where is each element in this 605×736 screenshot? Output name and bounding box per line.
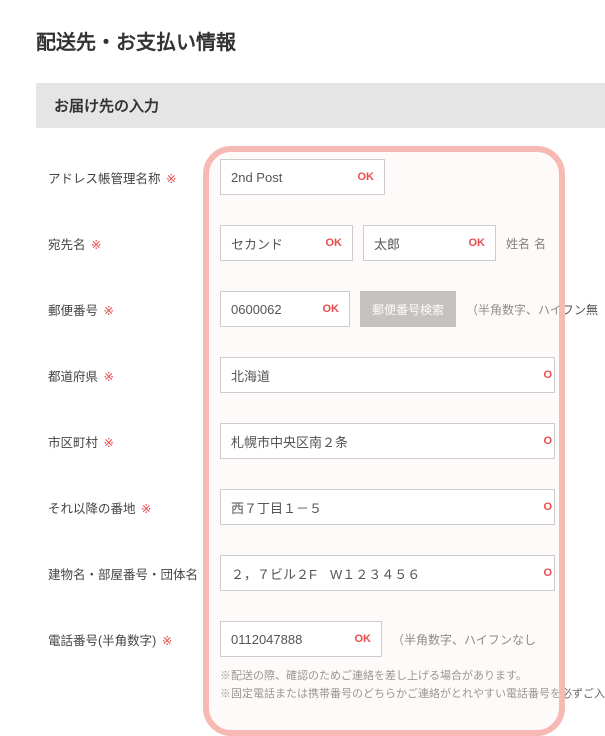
row-street: それ以降の番地 ※ O [0, 488, 605, 526]
label-street: それ以降の番地 ※ [48, 498, 220, 517]
label-recipient-name: 宛先名 ※ [48, 234, 220, 253]
section-header: お届け先の入力 [36, 83, 605, 128]
required-mark: ※ [104, 370, 114, 384]
label-postal-code: 郵便番号 ※ [48, 300, 220, 319]
building-field[interactable]: O [220, 555, 555, 591]
note-line-2: ※固定電話または携帯番号のどちらかご連絡がとれやすい電話番号を必ずご入 [220, 686, 605, 704]
required-mark: ※ [162, 634, 172, 648]
ok-badge-cut: O [543, 435, 552, 447]
delivery-form: アドレス帳管理名称 ※ OK 宛先名 ※ OK OK 姓名 名 [0, 128, 605, 703]
ok-badge: OK [326, 237, 343, 249]
ok-badge: OK [355, 633, 372, 645]
address-book-name-input[interactable] [231, 170, 350, 185]
label-prefecture: 都道府県 ※ [48, 366, 220, 385]
label-city: 市区町村 ※ [48, 432, 220, 451]
name-suffix-label: 姓名 [506, 235, 530, 252]
name-suffix-cut: 名 [534, 235, 546, 252]
phone-hint: （半角数字、ハイフンなし [392, 631, 536, 648]
row-building: 建物名・部屋番号・団体名 O [0, 554, 605, 592]
street-field[interactable]: O [220, 489, 555, 525]
postal-search-button[interactable]: 郵便番号検索 [360, 291, 456, 327]
label-phone: 電話番号(半角数字) ※ [48, 630, 220, 649]
street-input[interactable] [231, 500, 544, 515]
phone-input[interactable] [231, 632, 347, 647]
last-name-input[interactable] [231, 236, 318, 251]
row-city: 市区町村 ※ O [0, 422, 605, 460]
row-phone: 電話番号(半角数字) ※ OK （半角数字、ハイフンなし [0, 620, 605, 658]
row-prefecture: 都道府県 ※ O [0, 356, 605, 394]
required-mark: ※ [104, 304, 114, 318]
prefecture-field[interactable]: O [220, 357, 555, 393]
required-mark: ※ [141, 502, 151, 516]
postal-hint: （半角数字、ハイフン無 [466, 301, 598, 318]
row-address-book-name: アドレス帳管理名称 ※ OK [0, 158, 605, 196]
page-title: 配送先・お支払い情報 [0, 0, 605, 65]
address-book-name-field[interactable]: OK [220, 159, 385, 195]
phone-field[interactable]: OK [220, 621, 382, 657]
required-mark: ※ [104, 436, 114, 450]
ok-badge: OK [469, 237, 486, 249]
ok-badge-cut: O [543, 501, 552, 513]
phone-notes: ※配送の際、確認のためご連絡を差し上げる場合があります。 ※固定電話または携帯番… [0, 668, 605, 703]
label-building: 建物名・部屋番号・団体名 [48, 564, 220, 583]
first-name-field[interactable]: OK [363, 225, 496, 261]
city-field[interactable]: O [220, 423, 555, 459]
ok-badge: OK [323, 303, 340, 315]
prefecture-input[interactable] [231, 368, 544, 383]
required-mark: ※ [91, 238, 101, 252]
building-input[interactable] [231, 566, 544, 581]
last-name-field[interactable]: OK [220, 225, 353, 261]
city-input[interactable] [231, 434, 544, 449]
label-address-book-name: アドレス帳管理名称 ※ [48, 168, 220, 187]
postal-code-input[interactable] [231, 302, 315, 317]
ok-badge-cut: O [543, 567, 552, 579]
row-postal-code: 郵便番号 ※ OK 郵便番号検索 （半角数字、ハイフン無 [0, 290, 605, 328]
required-mark: ※ [166, 172, 176, 186]
ok-badge-cut: O [543, 369, 552, 381]
ok-badge: OK [358, 171, 375, 183]
first-name-input[interactable] [374, 236, 461, 251]
postal-code-field[interactable]: OK [220, 291, 350, 327]
note-line-1: ※配送の際、確認のためご連絡を差し上げる場合があります。 [220, 668, 605, 686]
row-recipient-name: 宛先名 ※ OK OK 姓名 名 [0, 224, 605, 262]
